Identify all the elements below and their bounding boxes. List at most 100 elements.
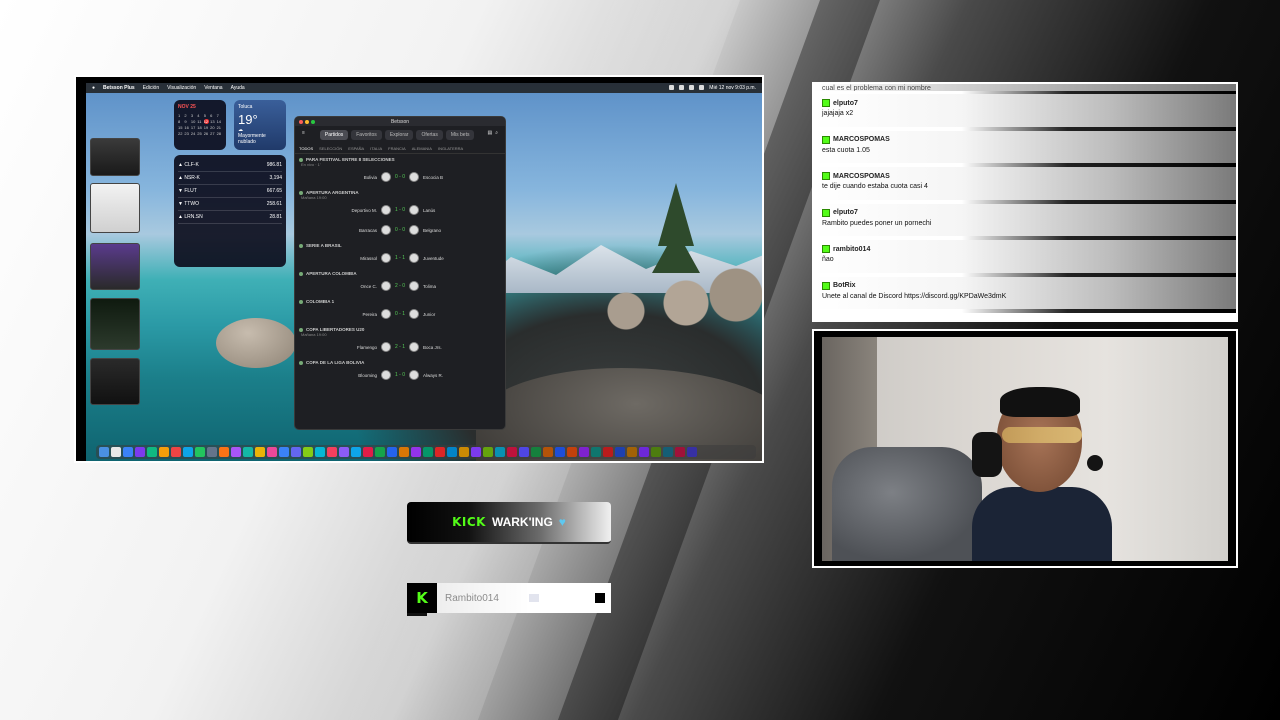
- dock-app-icon[interactable]: [627, 447, 637, 457]
- dock-app-icon[interactable]: [543, 447, 553, 457]
- dock-app-icon[interactable]: [579, 447, 589, 457]
- dock-app-icon[interactable]: [351, 447, 361, 457]
- league-tab[interactable]: ESPAÑA: [348, 146, 364, 151]
- stage-thumb-1[interactable]: [90, 138, 140, 176]
- dock-app-icon[interactable]: [171, 447, 181, 457]
- calendar-widget[interactable]: NOV 25 1234567 8 9 10 11 12 13 14 15 16 17 18 19 20…: [174, 100, 226, 150]
- dock-app-icon[interactable]: [687, 447, 697, 457]
- stock-row[interactable]: ▲ NSR-K 3,194: [178, 172, 282, 185]
- match-row[interactable]: Deportivo M. 1 - 0 Lanús: [299, 200, 501, 220]
- dock-app-icon[interactable]: [651, 447, 661, 457]
- match-row[interactable]: Flamengo 2 - 1 Boca Jrs.: [299, 337, 501, 357]
- dock-app-icon[interactable]: [159, 447, 169, 457]
- tab-mis-bets[interactable]: Mis bets: [445, 130, 475, 140]
- dock-app-icon[interactable]: [435, 447, 445, 457]
- dock-app-icon[interactable]: [591, 447, 601, 457]
- dock-app-icon[interactable]: [111, 447, 121, 457]
- chat-username[interactable]: rambito014: [833, 246, 870, 253]
- dock-app-icon[interactable]: [471, 447, 481, 457]
- stage-thumb-2[interactable]: [90, 183, 140, 233]
- chat-username[interactable]: MARCOSPOMAS: [833, 173, 890, 180]
- dock-app-icon[interactable]: [231, 447, 241, 457]
- match-row[interactable]: Once C. 2 - 0 Tolima: [299, 276, 501, 296]
- match-row[interactable]: Mirassol 1 - 1 Juventude: [299, 248, 501, 268]
- dock-app-icon[interactable]: [315, 447, 325, 457]
- control-center-icon[interactable]: [679, 85, 685, 90]
- dock-app-icon[interactable]: [567, 447, 577, 457]
- dock-app-icon[interactable]: [327, 447, 337, 457]
- dock-app-icon[interactable]: [123, 447, 133, 457]
- battery-icon[interactable]: [689, 85, 695, 90]
- weather-widget[interactable]: Toluca 19° ☁ Mayormente nublado: [234, 100, 286, 150]
- dock-app-icon[interactable]: [195, 447, 205, 457]
- dock-app-icon[interactable]: [603, 447, 613, 457]
- dock-app-icon[interactable]: [147, 447, 157, 457]
- stock-row[interactable]: ▼ FLUT 667.65: [178, 185, 282, 198]
- menu-ayuda[interactable]: Ayuda: [231, 85, 245, 91]
- search-icon[interactable]: ⌕: [495, 130, 498, 140]
- match-row[interactable]: Blooming 1 - 0 Always R.: [299, 365, 501, 385]
- dock-app-icon[interactable]: [447, 447, 457, 457]
- league-tab[interactable]: ALEMANIA: [412, 146, 432, 151]
- menu-ventana[interactable]: Ventana: [204, 85, 222, 91]
- dock-app-icon[interactable]: [375, 447, 385, 457]
- wifi-icon[interactable]: [669, 85, 675, 90]
- menu-edicion[interactable]: Edición: [143, 85, 159, 91]
- dock-app-icon[interactable]: [207, 447, 217, 457]
- stock-row[interactable]: ▲ CLF-K 986.81: [178, 159, 282, 172]
- dock-app-icon[interactable]: [639, 447, 649, 457]
- dock-app-icon[interactable]: [387, 447, 397, 457]
- dock-app-icon[interactable]: [507, 447, 517, 457]
- dock-app-icon[interactable]: [675, 447, 685, 457]
- stage-thumb-3[interactable]: [90, 243, 140, 290]
- dock-app-icon[interactable]: [339, 447, 349, 457]
- tab-partidos[interactable]: Partidos: [319, 130, 349, 140]
- dock-app-icon[interactable]: [267, 447, 277, 457]
- close-window-icon[interactable]: [299, 120, 303, 124]
- tab-explorar[interactable]: Explorar: [384, 130, 414, 140]
- dock-app-icon[interactable]: [483, 447, 493, 457]
- betslip-icon[interactable]: ▤: [487, 130, 492, 140]
- dock-app-icon[interactable]: [459, 447, 469, 457]
- chat-username[interactable]: elputo7: [833, 209, 858, 216]
- stage-thumb-5[interactable]: [90, 358, 140, 405]
- stock-row[interactable]: ▲ LRN.SN 28.81: [178, 211, 282, 224]
- dock-app-icon[interactable]: [495, 447, 505, 457]
- dock-app-icon[interactable]: [135, 447, 145, 457]
- dock-app-icon[interactable]: [555, 447, 565, 457]
- dock-app-icon[interactable]: [99, 447, 109, 457]
- tab-favoritos[interactable]: Favoritos: [351, 130, 382, 140]
- chat-username[interactable]: BotRix: [833, 282, 856, 289]
- search-icon[interactable]: [699, 85, 705, 90]
- dock-app-icon[interactable]: [663, 447, 673, 457]
- dock-app-icon[interactable]: [411, 447, 421, 457]
- dock-app-icon[interactable]: [519, 447, 529, 457]
- dock-app-icon[interactable]: [183, 447, 193, 457]
- menu-visualizacion[interactable]: Visualización: [167, 85, 196, 91]
- chat-username[interactable]: elputo7: [833, 100, 858, 107]
- stock-row[interactable]: ▼ TTWO 258.61: [178, 198, 282, 211]
- app-titlebar[interactable]: Betsson: [295, 117, 505, 126]
- dock-app-icon[interactable]: [399, 447, 409, 457]
- stocks-widget[interactable]: ▲ CLF-K 986.81 ▲ NSR-K 3,194 ▼ FLUT 667.65 …: [174, 155, 286, 267]
- stage-thumb-4[interactable]: [90, 298, 140, 350]
- league-tab[interactable]: TODOS: [299, 146, 313, 151]
- dock-app-icon[interactable]: [615, 447, 625, 457]
- zoom-window-icon[interactable]: [311, 120, 315, 124]
- dock-app-icon[interactable]: [243, 447, 253, 457]
- match-row[interactable]: Bolivia 0 - 0 Escocia B: [299, 167, 501, 187]
- league-tab[interactable]: ITALIA: [370, 146, 382, 151]
- league-tab[interactable]: SELECCIÓN: [319, 146, 342, 151]
- dock-app-icon[interactable]: [303, 447, 313, 457]
- chat-username[interactable]: MARCOSPOMAS: [833, 136, 890, 143]
- dock-app-icon[interactable]: [279, 447, 289, 457]
- dock-app-icon[interactable]: [255, 447, 265, 457]
- menubar-app-name[interactable]: Betsson Plus: [103, 85, 135, 91]
- dock-app-icon[interactable]: [363, 447, 373, 457]
- tab-ofertas[interactable]: Ofertas: [416, 130, 443, 140]
- match-row[interactable]: Barracas 0 - 0 Belgrano: [299, 220, 501, 240]
- dock-app-icon[interactable]: [531, 447, 541, 457]
- dock-app-icon[interactable]: [423, 447, 433, 457]
- dock-app-icon[interactable]: [291, 447, 301, 457]
- apple-icon[interactable]: ●: [92, 85, 95, 91]
